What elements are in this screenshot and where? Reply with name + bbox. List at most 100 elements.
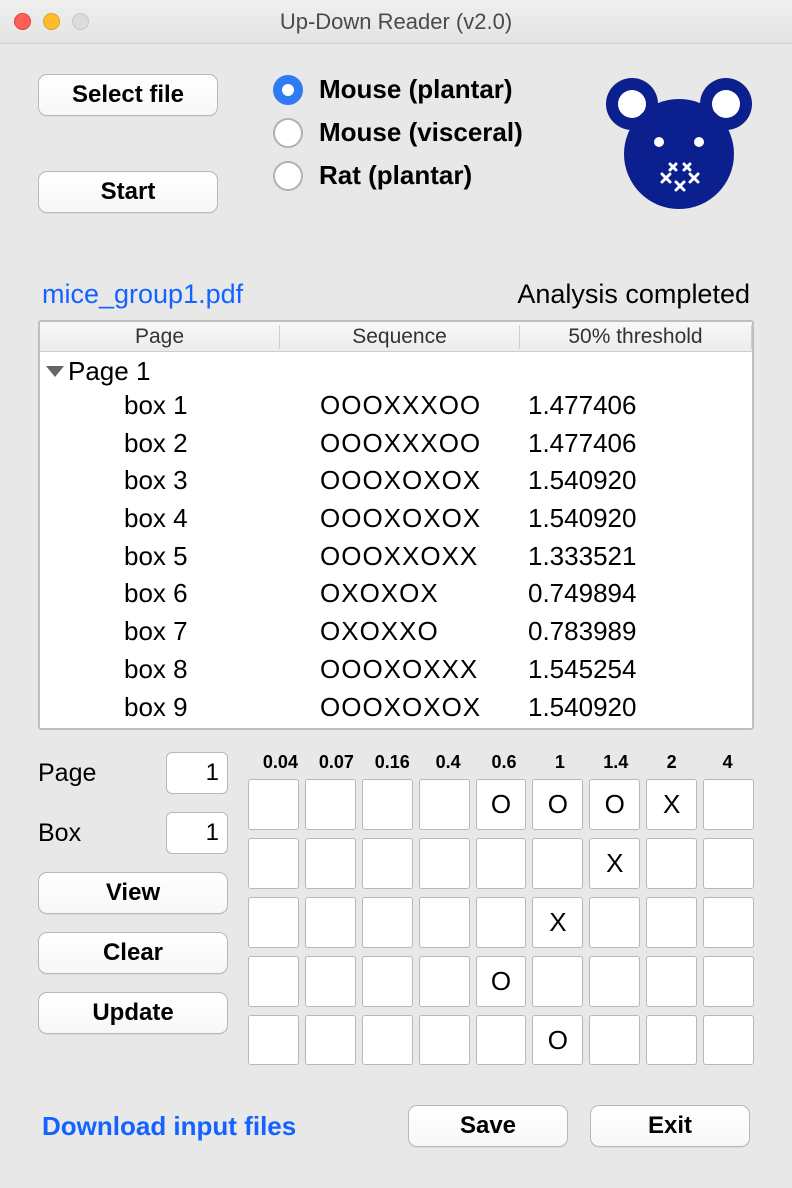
cell-threshold: 0.783989 <box>520 613 752 651</box>
traffic-lights <box>14 13 89 30</box>
table-row[interactable]: box 5OOOXXOXX1.333521 <box>40 538 752 576</box>
table-row[interactable]: box 7OXOXXO0.783989 <box>40 613 752 651</box>
analysis-status: Analysis completed <box>517 279 750 310</box>
radio-rat-plantar[interactable] <box>273 161 303 191</box>
grid-header: 0.04 <box>254 752 307 773</box>
cell-sequence: OOOXXXOO <box>280 387 520 425</box>
cell-box: box 4 <box>40 500 280 538</box>
table-row[interactable]: box 3OOOXOXOX1.540920 <box>40 462 752 500</box>
page-input[interactable] <box>166 752 228 794</box>
grid-cell[interactable] <box>589 956 640 1007</box>
grid-cell[interactable] <box>476 838 527 889</box>
grid-header: 2 <box>645 752 698 773</box>
grid-cell[interactable] <box>305 1015 356 1066</box>
grid-cell[interactable] <box>532 838 583 889</box>
grid-cell[interactable] <box>248 897 299 948</box>
grid-cell[interactable] <box>305 779 356 830</box>
grid-cell[interactable] <box>362 956 413 1007</box>
cell-threshold: 1.540920 <box>520 500 752 538</box>
grid-cell[interactable] <box>703 779 754 830</box>
grid-cell[interactable] <box>248 956 299 1007</box>
download-input-files-link[interactable]: Download input files <box>42 1111 296 1142</box>
grid-cell[interactable] <box>362 838 413 889</box>
grid-cell[interactable] <box>532 956 583 1007</box>
cell-threshold: 1.540920 <box>520 462 752 500</box>
grid-cell[interactable] <box>248 1015 299 1066</box>
grid-cell[interactable] <box>703 956 754 1007</box>
filename-link[interactable]: mice_group1.pdf <box>42 279 243 310</box>
cell-sequence: OXOXXO <box>280 613 520 651</box>
cell-box: box 7 <box>40 613 280 651</box>
table-row[interactable]: box 2OOOXXXOO1.477406 <box>40 425 752 463</box>
grid-cell[interactable]: X <box>646 779 697 830</box>
grid-cell[interactable] <box>646 838 697 889</box>
grid-cell[interactable] <box>419 956 470 1007</box>
grid-cell[interactable]: O <box>532 1015 583 1066</box>
table-row[interactable]: box 8OOOXOXXX1.545254 <box>40 651 752 689</box>
radio-label: Rat (plantar) <box>319 160 472 191</box>
grid-cell[interactable]: O <box>589 779 640 830</box>
grid-cell[interactable]: O <box>476 779 527 830</box>
close-icon[interactable] <box>14 13 31 30</box>
grid-cell[interactable] <box>589 1015 640 1066</box>
grid-cell[interactable] <box>305 838 356 889</box>
radio-mouse-plantar[interactable] <box>273 75 303 105</box>
grid-cell[interactable] <box>476 1015 527 1066</box>
grid-cell[interactable] <box>703 897 754 948</box>
col-header-threshold[interactable]: 50% threshold <box>520 325 752 349</box>
grid-cell[interactable] <box>589 897 640 948</box>
results-table: Page Sequence 50% threshold Page 1 box 1… <box>38 320 754 730</box>
cell-threshold: 1.333521 <box>520 538 752 576</box>
table-row[interactable]: box 6OXOXOX0.749894 <box>40 575 752 613</box>
grid-cell[interactable] <box>305 956 356 1007</box>
grid-cell[interactable] <box>476 897 527 948</box>
grid-cell[interactable] <box>419 1015 470 1066</box>
exit-button[interactable]: Exit <box>590 1105 750 1147</box>
grid-cell[interactable] <box>362 897 413 948</box>
cell-sequence: OOOXXXOO <box>280 425 520 463</box>
select-file-button[interactable]: Select file <box>38 74 218 116</box>
grid-cell[interactable] <box>703 838 754 889</box>
grid-cell[interactable]: O <box>476 956 527 1007</box>
cell-box: box 9 <box>40 689 280 727</box>
grid-cell[interactable] <box>419 897 470 948</box>
cell-box: box 1 <box>40 387 280 425</box>
grid-cell[interactable]: O <box>532 779 583 830</box>
cell-sequence: OOOXOXXX <box>280 651 520 689</box>
table-group-row[interactable]: Page 1 <box>40 356 752 387</box>
grid-cell[interactable]: X <box>589 838 640 889</box>
grid-cell[interactable] <box>362 1015 413 1066</box>
col-header-sequence[interactable]: Sequence <box>280 325 520 349</box>
grid-header: 4 <box>701 752 754 773</box>
box-input[interactable] <box>166 812 228 854</box>
minimize-icon[interactable] <box>43 13 60 30</box>
cell-box: box 3 <box>40 462 280 500</box>
cell-threshold: 1.477406 <box>520 425 752 463</box>
cell-sequence: OOOXOXOX <box>280 500 520 538</box>
radio-label: Mouse (plantar) <box>319 74 513 105</box>
grid-cell[interactable] <box>248 779 299 830</box>
grid-cell[interactable] <box>248 838 299 889</box>
grid-cell[interactable] <box>419 779 470 830</box>
table-row[interactable]: box 4OOOXOXOX1.540920 <box>40 500 752 538</box>
grid-cell[interactable] <box>646 956 697 1007</box>
save-button[interactable]: Save <box>408 1105 568 1147</box>
page-label: Page <box>38 759 96 788</box>
update-button[interactable]: Update <box>38 992 228 1034</box>
grid-cell[interactable] <box>646 897 697 948</box>
grid-cell[interactable] <box>305 897 356 948</box>
radio-mouse-visceral[interactable] <box>273 118 303 148</box>
clear-button[interactable]: Clear <box>38 932 228 974</box>
grid-cell[interactable] <box>703 1015 754 1066</box>
table-row[interactable]: box 9OOOXOXOX1.540920 <box>40 689 752 727</box>
grid-cell[interactable] <box>646 1015 697 1066</box>
col-header-page[interactable]: Page <box>40 325 280 349</box>
cell-box: box 6 <box>40 575 280 613</box>
grid-cell[interactable] <box>419 838 470 889</box>
view-button[interactable]: View <box>38 872 228 914</box>
table-row[interactable]: box 1OOOXXXOO1.477406 <box>40 387 752 425</box>
cell-sequence: OOOXOXOX <box>280 462 520 500</box>
start-button[interactable]: Start <box>38 171 218 213</box>
grid-cell[interactable] <box>362 779 413 830</box>
grid-cell[interactable]: X <box>532 897 583 948</box>
